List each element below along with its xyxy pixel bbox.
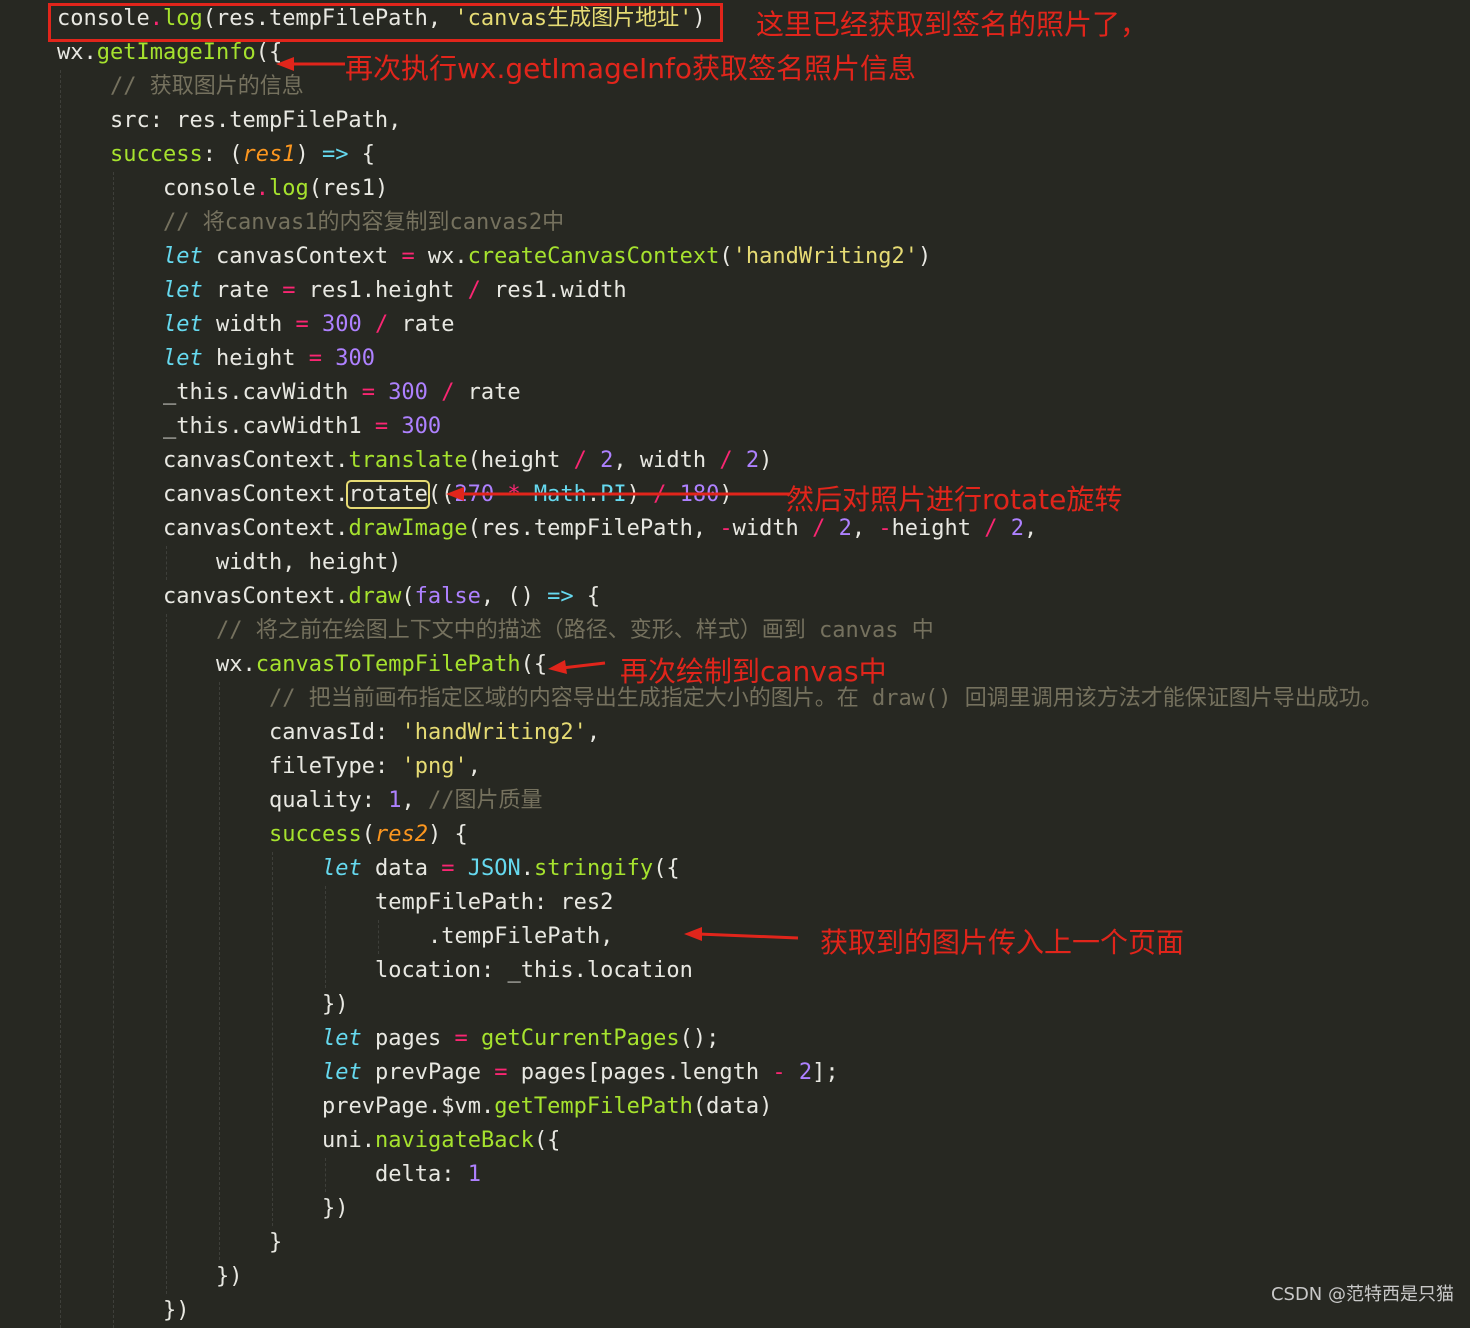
csdn-watermark: CSDN @范特西是只猫 [1270,1284,1454,1305]
annotation-draw-canvas: 再次绘制到canvas中 [620,655,887,688]
annotation-signature-obtained: 这里已经获取到签名的照片了， [756,8,1149,41]
annotation-get-image-info: 再次执行wx.getImageInfo获取签名照片信息 [345,52,917,85]
annotation-rotate: 然后对照片进行rotate旋转 [786,483,1123,516]
arrow-rotate [446,487,790,501]
annotation-pass-previous-page: 获取到的图片传入上一个页面 [820,926,1185,959]
arrow-temp-file-path [684,927,799,941]
code-editor[interactable]: console.log(res.tempFilePath, 'canvas生成图… [0,0,1470,1328]
arrow-get-image-info [276,57,345,71]
arrow-canvas-to-temp [548,660,606,674]
